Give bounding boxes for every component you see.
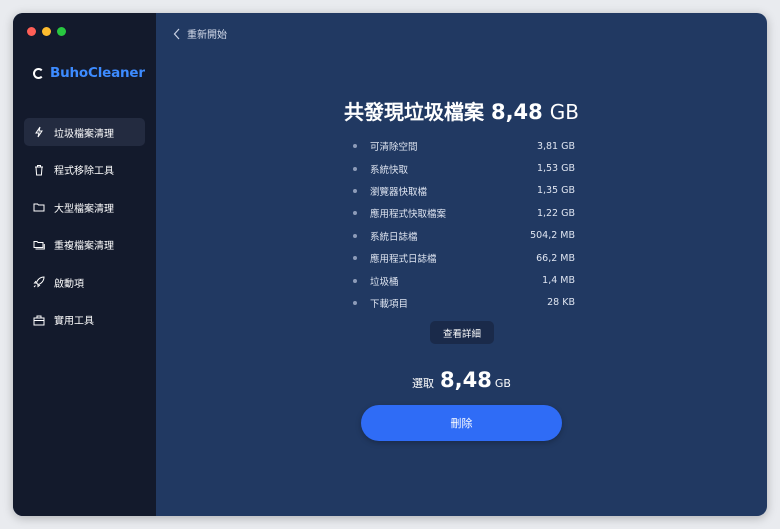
sidebar-item-large-files[interactable]: 大型檔案清理 — [24, 193, 145, 221]
sidebar-item-label: 啟動項 — [54, 278, 84, 290]
sidebar-item-toolkit[interactable]: 實用工具 — [24, 306, 145, 334]
sidebar-item-label: 實用工具 — [54, 316, 94, 327]
sidebar-item-duplicate-files[interactable]: 重複檔案清理 — [24, 231, 145, 259]
list-item: 系統日誌檔 504,2 MB — [353, 225, 575, 247]
sidebar-item-label: 程式移除工具 — [54, 166, 114, 177]
restart-button[interactable]: 重新開始 — [173, 26, 227, 41]
page-title: 共發現垃圾檔案 8,48 GB — [156, 96, 767, 125]
logo-icon — [33, 67, 44, 79]
category-name: 可清除空間 — [370, 142, 418, 154]
list-item: 系統快取 1,53 GB — [353, 157, 575, 179]
delete-button[interactable]: 刪除 — [361, 405, 562, 441]
selected-value: 8,48 — [440, 368, 492, 392]
sidebar-nav: 垃圾檔案清理 程式移除工具 大型檔案清理 重複檔案清理 啟動項 實用工具 — [24, 118, 145, 343]
bullet-icon — [353, 300, 357, 305]
bullet-icon — [353, 278, 357, 283]
list-item: 瀏覽器快取檔 1,35 GB — [353, 180, 575, 202]
category-size: 504,2 MB — [530, 230, 575, 242]
category-name: 瀏覽器快取檔 — [370, 186, 428, 198]
list-item: 可清除空間 3,81 GB — [353, 135, 575, 157]
selected-unit: GB — [494, 377, 511, 390]
category-name: 系統快取 — [370, 164, 409, 176]
category-size: 1,53 GB — [536, 163, 575, 175]
category-size: 1,22 GB — [536, 207, 575, 219]
view-details-button[interactable]: 查看詳細 — [430, 321, 494, 344]
junk-category-list: 可清除空間 3,81 GB 系統快取 1,53 GB 瀏覽器快取檔 1,35 GB 應… — [353, 135, 575, 314]
category-name: 系統日誌檔 — [370, 231, 418, 243]
bullet-icon — [353, 256, 357, 261]
sidebar-item-app-uninstaller[interactable]: 程式移除工具 — [24, 156, 145, 184]
app-logo: BuhoCleaner — [33, 65, 145, 81]
toolbox-icon — [33, 315, 45, 325]
bolt-icon — [35, 126, 43, 138]
sidebar-item-label: 大型檔案清理 — [54, 203, 114, 215]
sidebar-item-junk-cleaner[interactable]: 垃圾檔案清理 — [24, 118, 145, 146]
zoom-window-button[interactable] — [57, 27, 66, 36]
bullet-icon — [353, 211, 357, 216]
selected-size: 選取 8,48 GB — [156, 368, 767, 392]
list-item: 垃圾桶 1,4 MB — [353, 269, 575, 291]
bullet-icon — [353, 233, 357, 238]
list-item: 應用程式日誌檔 66,2 MB — [353, 247, 575, 269]
duplicate-folder-icon — [33, 240, 45, 249]
total-junk-unit: GB — [549, 100, 579, 124]
app-name: BuhoCleaner — [50, 65, 145, 81]
bullet-icon — [353, 188, 357, 193]
category-size: 66,2 MB — [536, 252, 575, 264]
total-junk-size: 8,48 — [490, 100, 543, 124]
app-window: BuhoCleaner 垃圾檔案清理 程式移除工具 大型檔案清理 重複檔案清理 … — [13, 13, 767, 516]
sidebar-item-label: 垃圾檔案清理 — [54, 128, 114, 140]
category-name: 應用程式快取檔案 — [370, 209, 447, 221]
restart-label: 重新開始 — [187, 30, 227, 41]
trash-icon — [35, 164, 43, 175]
minimize-window-button[interactable] — [42, 27, 51, 36]
sidebar: BuhoCleaner 垃圾檔案清理 程式移除工具 大型檔案清理 重複檔案清理 … — [13, 13, 156, 516]
window-controls — [27, 27, 66, 36]
category-size: 3,81 GB — [536, 140, 575, 152]
main-content: 重新開始 共發現垃圾檔案 8,48 GB 可清除空間 3,81 GB 系統快取 1,… — [156, 13, 767, 516]
category-name: 垃圾桶 — [370, 276, 399, 288]
chevron-left-icon — [173, 28, 180, 39]
category-name: 應用程式日誌檔 — [370, 254, 437, 266]
sidebar-item-label: 重複檔案清理 — [54, 241, 114, 252]
bullet-icon — [353, 144, 357, 149]
bullet-icon — [353, 166, 357, 171]
category-name: 下載項目 — [370, 298, 409, 310]
folder-icon — [33, 203, 45, 212]
list-item: 下載項目 28 KB — [353, 292, 575, 314]
category-size: 28 KB — [547, 297, 575, 309]
category-size: 1,4 MB — [542, 275, 575, 287]
rocket-icon — [33, 276, 45, 288]
list-item: 應用程式快取檔案 1,22 GB — [353, 202, 575, 224]
title-prefix: 共發現垃圾檔案 — [344, 100, 484, 124]
selected-label: 選取 — [412, 377, 435, 390]
category-size: 1,35 GB — [536, 185, 575, 197]
close-window-button[interactable] — [27, 27, 36, 36]
sidebar-item-startup-items[interactable]: 啟動項 — [24, 268, 145, 296]
